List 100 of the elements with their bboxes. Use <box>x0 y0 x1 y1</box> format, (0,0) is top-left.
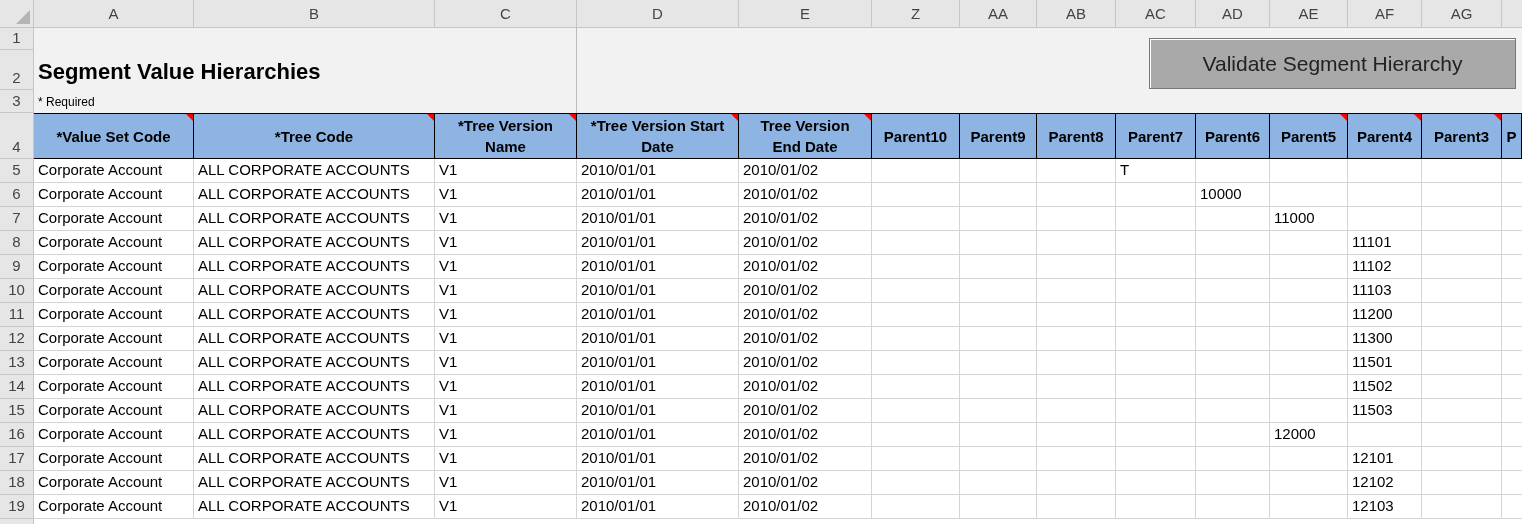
table-cell: 2010/01/01 <box>577 255 739 279</box>
table-cell: ALL CORPORATE ACCOUNTS <box>194 159 435 183</box>
table-cell: V1 <box>435 447 577 471</box>
sheet-title: Segment Value Hierarchies <box>38 57 322 85</box>
column-header[interactable]: AC <box>1116 0 1196 28</box>
table-cell: 2010/01/02 <box>739 327 872 351</box>
table-cell: ALL CORPORATE ACCOUNTS <box>194 399 435 423</box>
table-cell: 2010/01/02 <box>739 303 872 327</box>
table-cell: Corporate Account <box>34 303 194 327</box>
table-cell: 2010/01/02 <box>739 231 872 255</box>
column-header[interactable]: A <box>34 0 194 28</box>
column-header[interactable]: E <box>739 0 872 28</box>
table-cell: Corporate Account <box>34 159 194 183</box>
table-cell: 2010/01/01 <box>577 423 739 447</box>
table-cell: 12101 <box>1348 447 1422 471</box>
table-cell: 11103 <box>1348 279 1422 303</box>
table-cell: 2010/01/01 <box>577 231 739 255</box>
table-cell: 2010/01/02 <box>739 207 872 231</box>
table-cell: ALL CORPORATE ACCOUNTS <box>194 375 435 399</box>
row-number[interactable]: 15 <box>0 399 34 423</box>
table-cell: ALL CORPORATE ACCOUNTS <box>194 447 435 471</box>
table-cell: V1 <box>435 471 577 495</box>
table-cell: 2010/01/01 <box>577 183 739 207</box>
table-cell: Corporate Account <box>34 207 194 231</box>
table-cell: Corporate Account <box>34 351 194 375</box>
table-cell: ALL CORPORATE ACCOUNTS <box>194 471 435 495</box>
table-cell: 12000 <box>1270 423 1348 447</box>
table-cell: 2010/01/02 <box>739 159 872 183</box>
table-cell: 2010/01/01 <box>577 471 739 495</box>
table-cell: 2010/01/01 <box>577 351 739 375</box>
table-cell: 2010/01/02 <box>739 351 872 375</box>
required-note: * Required <box>38 94 96 111</box>
table-cell: 2010/01/02 <box>739 423 872 447</box>
table-cell: Corporate Account <box>34 327 194 351</box>
table-cell: V1 <box>435 159 577 183</box>
row-number[interactable]: 7 <box>0 207 34 231</box>
table-cell: V1 <box>435 375 577 399</box>
select-all-icon[interactable] <box>16 10 30 24</box>
row-number[interactable]: 11 <box>0 303 34 327</box>
column-header[interactable] <box>1502 0 1522 28</box>
row-number[interactable]: 17 <box>0 447 34 471</box>
row-number[interactable]: 3 <box>0 90 34 113</box>
column-header[interactable]: AD <box>1196 0 1270 28</box>
row-number[interactable]: 16 <box>0 423 34 447</box>
header-cell: *Tree Code <box>194 113 435 159</box>
row-number[interactable]: 8 <box>0 231 34 255</box>
table-cell: V1 <box>435 255 577 279</box>
table-cell: V1 <box>435 183 577 207</box>
table-cell: 2010/01/02 <box>739 183 872 207</box>
header-cell: Parent3 <box>1422 113 1502 159</box>
row-number[interactable]: 18 <box>0 471 34 495</box>
row-number[interactable]: 2 <box>0 50 34 90</box>
table-cell: 11000 <box>1270 207 1348 231</box>
row-number[interactable]: 6 <box>0 183 34 207</box>
row-number[interactable]: 14 <box>0 375 34 399</box>
row-number[interactable]: 12 <box>0 327 34 351</box>
column-header[interactable]: D <box>577 0 739 28</box>
table-cell: Corporate Account <box>34 255 194 279</box>
table-cell: 11101 <box>1348 231 1422 255</box>
header-cell: Parent7 <box>1116 113 1196 159</box>
table-cell: 2010/01/01 <box>577 159 739 183</box>
table-cell: V1 <box>435 207 577 231</box>
header-cell: Parent5 <box>1270 113 1348 159</box>
table-cell: ALL CORPORATE ACCOUNTS <box>194 327 435 351</box>
header-cell: *Value Set Code <box>34 113 194 159</box>
row-number[interactable]: 4 <box>0 113 34 159</box>
column-header[interactable]: AB <box>1037 0 1116 28</box>
table-cell: 2010/01/02 <box>739 375 872 399</box>
table-cell: V1 <box>435 327 577 351</box>
row-number[interactable]: 10 <box>0 279 34 303</box>
row-number[interactable]: 13 <box>0 351 34 375</box>
column-header[interactable]: AE <box>1270 0 1348 28</box>
row-number[interactable]: 9 <box>0 255 34 279</box>
table-cell: ALL CORPORATE ACCOUNTS <box>194 255 435 279</box>
table-cell: V1 <box>435 399 577 423</box>
row-number[interactable]: 5 <box>0 159 34 183</box>
row-number[interactable]: 1 <box>0 28 34 50</box>
column-header[interactable]: AA <box>960 0 1037 28</box>
table-cell: 2010/01/01 <box>577 303 739 327</box>
table-cell: ALL CORPORATE ACCOUNTS <box>194 495 435 519</box>
header-cell: *Tree Version Name <box>435 113 577 159</box>
table-cell: V1 <box>435 351 577 375</box>
table-cell: 2010/01/02 <box>739 471 872 495</box>
header-cell: Parent10 <box>872 113 960 159</box>
header-cell: *Tree Version Start Date <box>577 113 739 159</box>
table-cell: ALL CORPORATE ACCOUNTS <box>194 303 435 327</box>
column-header[interactable]: C <box>435 0 577 28</box>
table-cell: 2010/01/01 <box>577 279 739 303</box>
column-header[interactable]: B <box>194 0 435 28</box>
table-cell: Corporate Account <box>34 423 194 447</box>
table-cell: Corporate Account <box>34 231 194 255</box>
column-header[interactable]: AF <box>1348 0 1422 28</box>
column-header[interactable]: AG <box>1422 0 1502 28</box>
table-cell: 2010/01/02 <box>739 255 872 279</box>
table-cell: 12103 <box>1348 495 1422 519</box>
validate-button[interactable]: Validate Segment Hierarchy <box>1149 38 1516 89</box>
column-header[interactable]: Z <box>872 0 960 28</box>
header-cell: Tree Version End Date <box>739 113 872 159</box>
table-cell: 11300 <box>1348 327 1422 351</box>
row-number[interactable]: 19 <box>0 495 34 519</box>
